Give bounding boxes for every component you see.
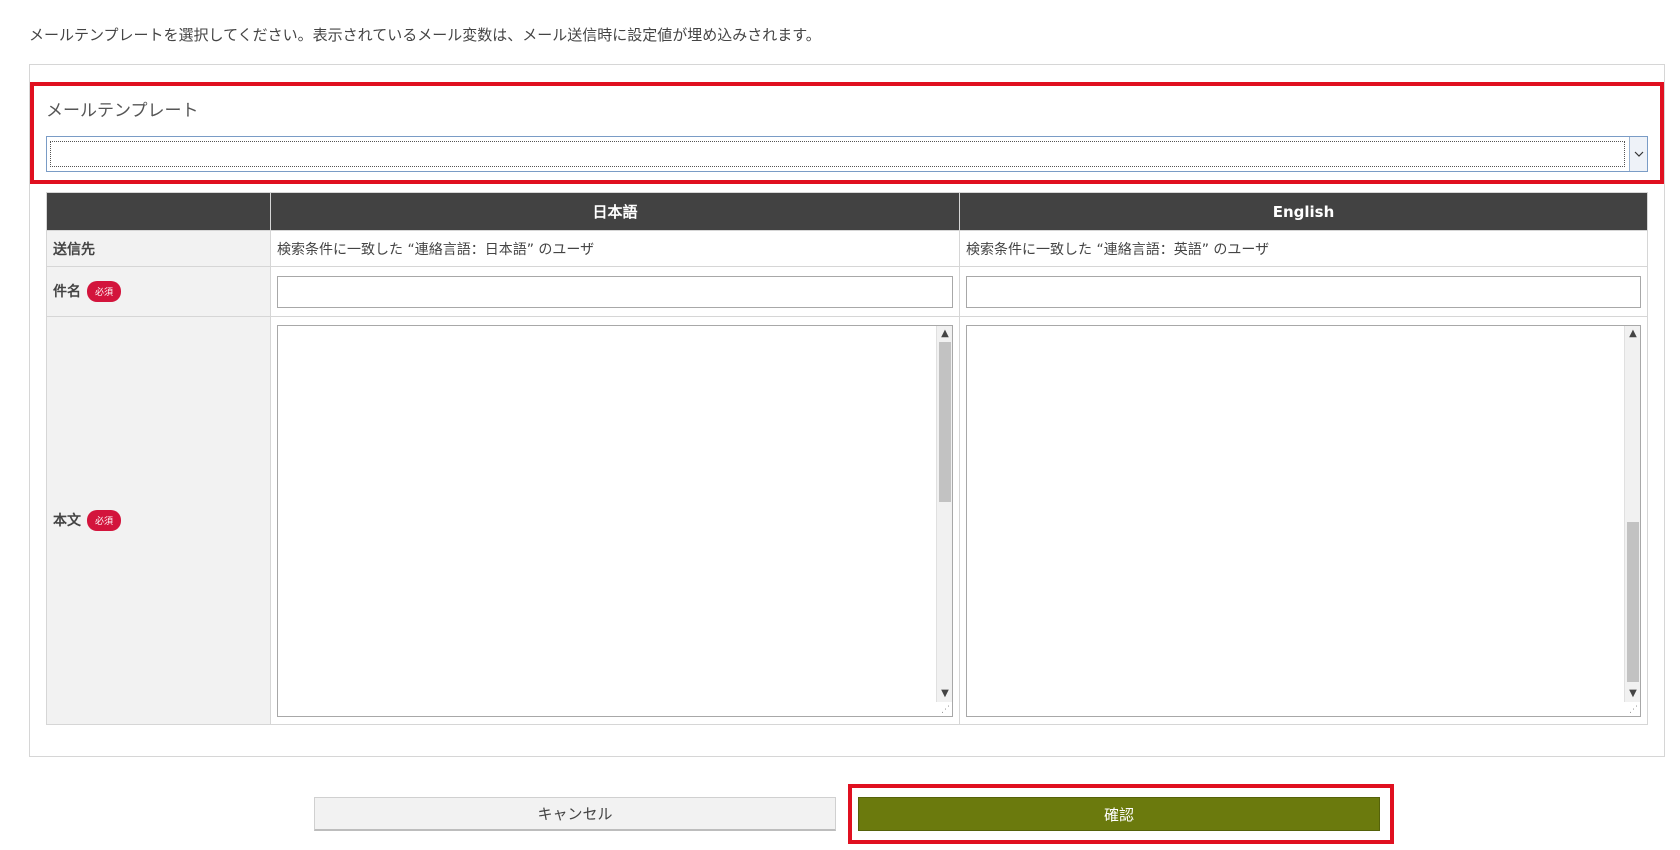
- subject-ja-cell: [270, 266, 960, 317]
- body-en-scrollbar[interactable]: ▲ ▼: [1624, 325, 1641, 702]
- confirm-highlight-box: [848, 784, 1394, 844]
- body-en-textarea[interactable]: ▲ ▼ ⋰: [966, 324, 1641, 717]
- table-row-subject: 件名 必須: [46, 266, 1648, 317]
- body-en-cell: ▲ ▼ ⋰: [959, 316, 1648, 725]
- table-row-destination: 送信先 検索条件に一致した “連絡言語：日本語” のユーザ 検索条件に一致した …: [46, 230, 1648, 267]
- scroll-thumb[interactable]: [939, 341, 951, 502]
- resize-grip-icon[interactable]: ⋰: [1629, 705, 1638, 715]
- header-blank: [46, 192, 271, 231]
- arrow-down-icon[interactable]: ▼: [937, 686, 953, 702]
- arrow-down-icon[interactable]: ▼: [1625, 686, 1641, 702]
- destination-label: 送信先: [46, 230, 271, 267]
- header-japanese: 日本語: [270, 192, 960, 231]
- body-ja-scrollbar[interactable]: ▲ ▼: [936, 325, 953, 702]
- subject-ja-input[interactable]: [277, 275, 953, 308]
- body-ja-cell: ▲ ▼ ⋰: [270, 316, 960, 725]
- cancel-button[interactable]: キャンセル: [314, 797, 836, 831]
- table-row-body: 本文 必須 ▲ ▼ ⋰ ▲ ▼ ⋰: [46, 316, 1648, 725]
- destination-ja: 検索条件に一致した “連絡言語：日本語” のユーザ: [270, 230, 960, 267]
- subject-label: 件名: [53, 283, 81, 300]
- resize-grip-icon[interactable]: ⋰: [941, 705, 950, 715]
- mail-form-table: 日本語 English 送信先 検索条件に一致した “連絡言語：日本語” のユー…: [46, 192, 1648, 725]
- required-badge: 必須: [87, 281, 122, 303]
- template-highlight-box: [30, 82, 1664, 184]
- arrow-up-icon[interactable]: ▲: [1625, 326, 1641, 342]
- scroll-thumb[interactable]: [1627, 521, 1639, 682]
- body-ja-textarea[interactable]: ▲ ▼ ⋰: [277, 324, 953, 717]
- subject-label-cell: 件名 必須: [46, 266, 271, 317]
- body-label-cell: 本文 必須: [46, 316, 271, 725]
- header-english: English: [959, 192, 1648, 231]
- subject-en-cell: [959, 266, 1648, 317]
- required-badge: 必須: [87, 510, 122, 532]
- body-label: 本文: [53, 512, 81, 529]
- destination-en: 検索条件に一致した “連絡言語：英語” のユーザ: [959, 230, 1648, 267]
- subject-en-input[interactable]: [966, 275, 1641, 308]
- intro-text: メールテンプレートを選択してください。表示されているメール変数は、メール送信時に…: [29, 26, 821, 44]
- arrow-up-icon[interactable]: ▲: [937, 326, 953, 342]
